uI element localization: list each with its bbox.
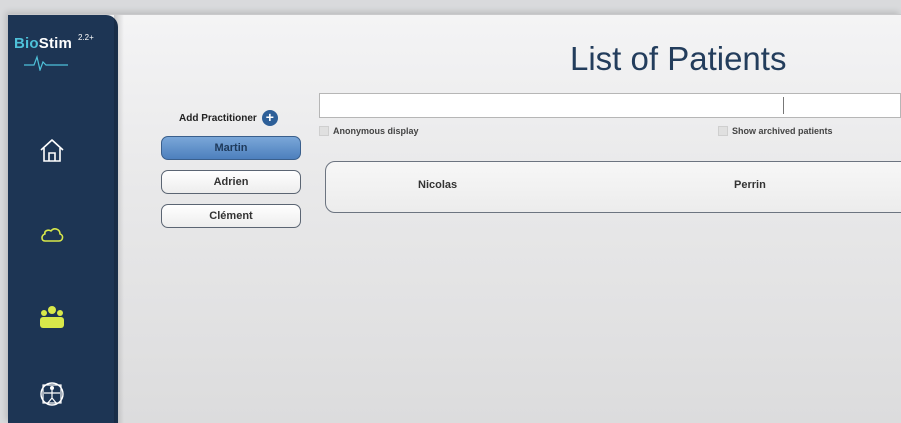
anonymous-display-label: Anonymous display (333, 126, 419, 136)
practitioner-button-martin[interactable]: Martin (161, 136, 301, 160)
home-icon[interactable] (38, 137, 66, 165)
sidebar: BioStim 2.2+ (8, 15, 124, 423)
cloud-icon[interactable] (38, 220, 66, 248)
logo-text: BioStim (14, 35, 72, 52)
show-archived-checkbox[interactable] (718, 126, 728, 136)
search-divider (783, 97, 784, 114)
app-window: BioStim 2.2+ List of Patients Add Practi… (8, 14, 901, 423)
app-logo: BioStim 2.2+ (14, 33, 110, 75)
page-title: List of Patients (570, 40, 787, 77)
practitioner-button-adrien[interactable]: Adrien (161, 170, 301, 194)
add-practitioner-button[interactable]: Add Practitioner + (179, 110, 278, 126)
patients-icon[interactable] (38, 303, 66, 331)
patient-first-name: Nicolas (418, 179, 458, 191)
logo-name-part2: Stim (38, 35, 73, 52)
pulse-wave-icon (24, 55, 68, 71)
anonymous-display-checkbox[interactable] (319, 126, 329, 136)
add-practitioner-label: Add Practitioner (179, 112, 257, 124)
patient-last-name: Perrin (734, 179, 766, 191)
plus-icon[interactable]: + (261, 110, 278, 126)
vitruvian-body-icon[interactable] (38, 380, 66, 408)
anonymous-display-option[interactable]: Anonymous display (319, 126, 419, 136)
show-archived-option[interactable]: Show archived patients (718, 126, 833, 136)
practitioner-button-clement[interactable]: Clément (161, 204, 301, 228)
patient-row[interactable]: Nicolas Perrin (325, 161, 901, 213)
logo-version: 2.2+ (78, 33, 94, 42)
logo-name-part1: Bio (14, 35, 39, 52)
show-archived-label: Show archived patients (732, 126, 833, 136)
search-input[interactable] (319, 93, 901, 118)
